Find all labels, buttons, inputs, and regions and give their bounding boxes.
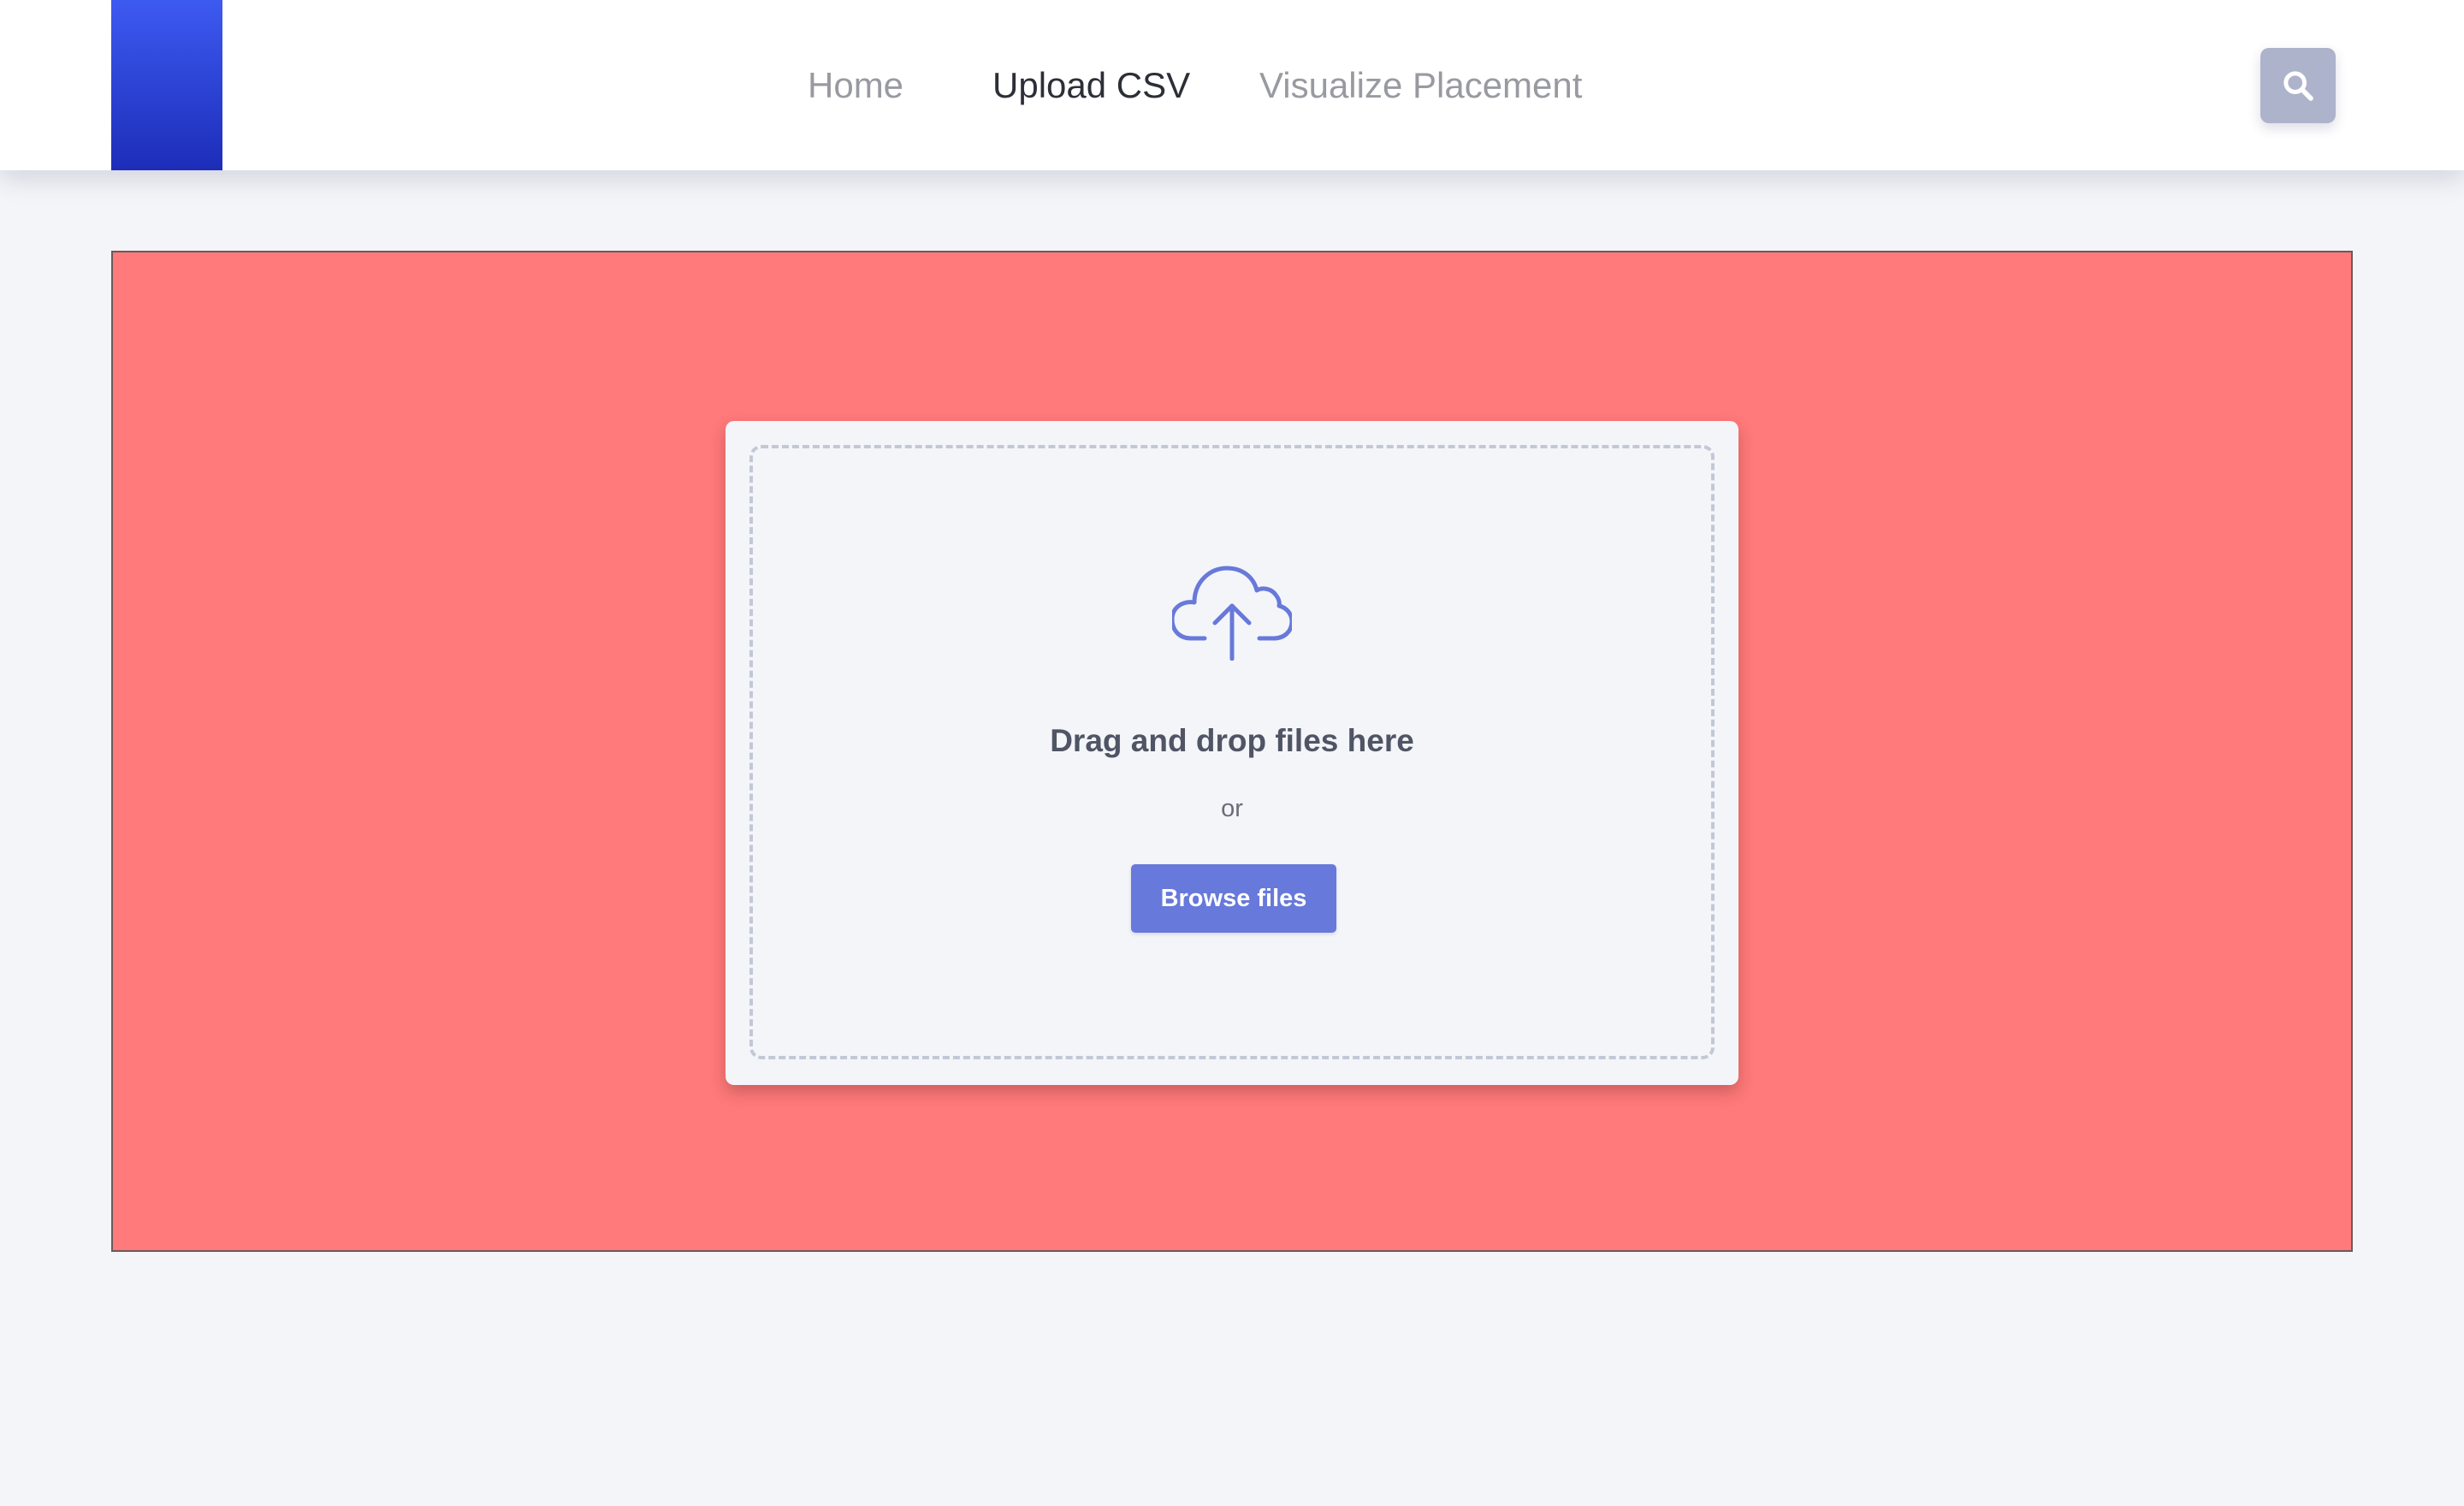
top-navbar: Home Upload CSV Visualize Placement [0, 0, 2464, 170]
cloud-upload-icon [1172, 566, 1292, 661]
search-icon [2283, 71, 2313, 101]
search-button[interactable] [2260, 48, 2336, 123]
dropzone-title: Drag and drop files here [1050, 723, 1414, 758]
browse-files-button[interactable]: Browse files [1131, 864, 1336, 933]
nav-visualize-placement[interactable]: Visualize Placement [1259, 62, 1582, 110]
nav-home[interactable]: Home [808, 62, 903, 110]
nav-upload-csv[interactable]: Upload CSV [992, 62, 1190, 110]
main-nav: Home Upload CSV Visualize Placement [0, 0, 2464, 170]
dropzone-separator: or [1221, 795, 1243, 822]
